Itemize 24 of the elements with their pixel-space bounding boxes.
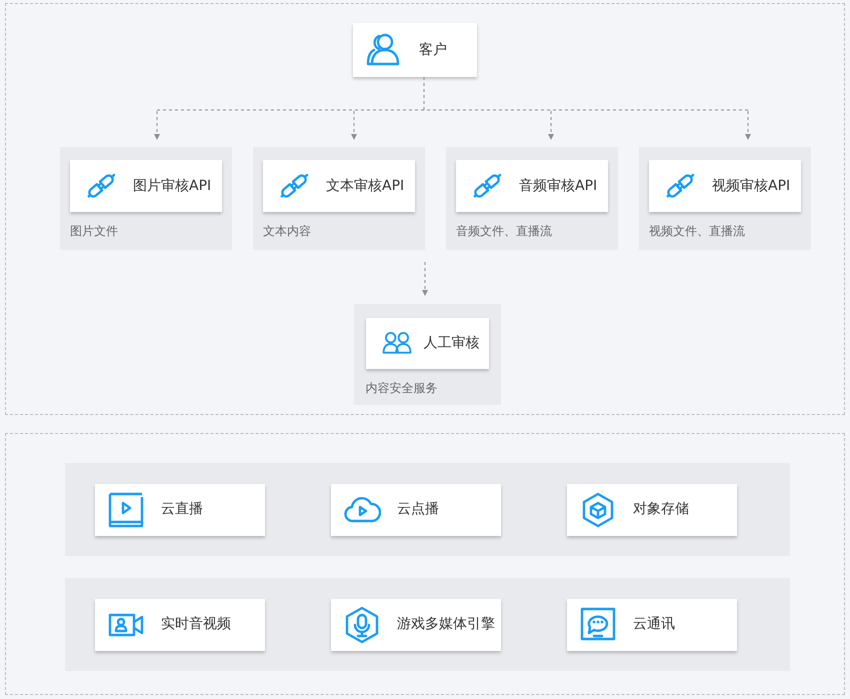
card-label: 云直播 [161, 500, 203, 519]
arrow [422, 262, 428, 296]
panel-caption: 内容安全服务 [366, 380, 438, 397]
arrow [351, 110, 357, 140]
card-label: 实时音视频 [161, 615, 231, 634]
card-label: 文本审核API [326, 176, 404, 196]
card-label: 客户 [419, 40, 447, 60]
arrow [548, 110, 554, 140]
card-label: 对象存储 [633, 500, 689, 519]
panel-caption: 文本内容 [263, 223, 312, 240]
microphone-icon [343, 606, 381, 644]
card-label: 游戏多媒体引擎 [397, 615, 495, 634]
card-label: 音频审核API [519, 176, 598, 196]
card-label: 视频审核API [712, 176, 790, 196]
card-label: 云点播 [397, 500, 439, 519]
video-screen-icon [107, 490, 145, 528]
arrow [745, 110, 751, 140]
card-label: 图片审核API [133, 176, 212, 196]
card-label: 云通讯 [633, 615, 675, 634]
arrow [154, 110, 160, 140]
card-label: 人工审核 [424, 334, 480, 353]
panel-caption: 图片文件 [70, 223, 119, 240]
panel-caption: 视频文件、直播流 [649, 223, 746, 240]
panel-caption: 音频文件、直播流 [456, 223, 553, 240]
